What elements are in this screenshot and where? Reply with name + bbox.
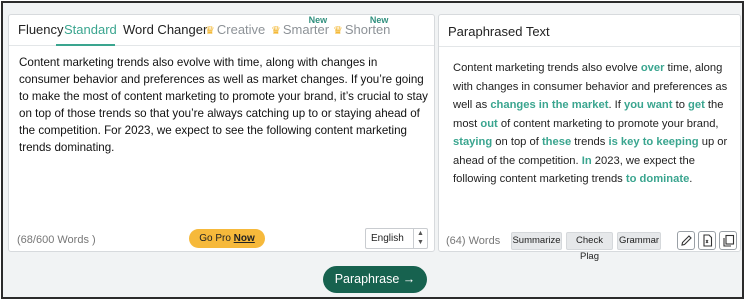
tab-fluency[interactable]: Fluency (18, 22, 64, 37)
output-segment: Content marketing trends also evolve (453, 62, 641, 74)
active-tab-indicator (56, 44, 115, 46)
output-text: Content marketing trends also evolve ove… (453, 59, 735, 189)
changed-word[interactable]: to dominate (626, 173, 689, 185)
changed-word[interactable]: you want (624, 99, 672, 111)
changed-word[interactable]: is key to keeping (608, 136, 698, 148)
export-button[interactable] (698, 231, 716, 250)
changed-word[interactable]: staying (453, 136, 492, 148)
output-segment: . If (608, 99, 624, 111)
mode-tabs: Fluency Standard Word Changer ♛ Creative … (9, 15, 434, 46)
document-icon (703, 234, 713, 247)
output-segment: on top of (492, 136, 542, 148)
output-title: Paraphrased Text (448, 24, 550, 39)
output-segment: trends (571, 136, 609, 148)
output-segment: to (672, 99, 689, 111)
changed-word[interactable]: changes in the market (490, 99, 608, 111)
input-textarea[interactable]: Content marketing trends also evolve wit… (19, 54, 429, 156)
language-select[interactable]: English ▲ ▼ (365, 228, 428, 249)
changed-word[interactable]: out (480, 118, 497, 130)
crown-icon: ♛ (333, 25, 343, 37)
new-badge: New (308, 15, 328, 25)
output-segment: of content marketing to promote your bra… (497, 117, 719, 130)
go-pro-button[interactable]: Go Pro Now (189, 229, 265, 248)
summarize-button[interactable]: Summarize (511, 232, 562, 250)
tab-creative-label: Creative (216, 22, 266, 37)
changed-word[interactable]: In (582, 155, 592, 167)
paraphrase-button[interactable]: Paraphrase → (323, 266, 427, 293)
language-value: English (371, 233, 404, 244)
tab-creative[interactable]: ♛ Creative (205, 22, 265, 37)
app-frame: Fluency Standard Word Changer ♛ Creative … (1, 1, 744, 299)
output-segment: . (689, 173, 693, 185)
new-badge: New (369, 15, 389, 25)
changed-word[interactable]: over (641, 62, 665, 74)
changed-word[interactable]: get (688, 99, 705, 111)
crown-icon: ♛ (205, 25, 215, 37)
copy-button[interactable] (719, 231, 737, 250)
output-header-divider (439, 46, 740, 47)
crown-icon: ♛ (271, 25, 281, 37)
input-panel: Fluency Standard Word Changer ♛ Creative … (8, 14, 435, 252)
input-word-count: (68/600 Words ) (17, 234, 96, 246)
grammar-button[interactable]: Grammar (617, 232, 661, 250)
tab-shorten[interactable]: New ♛ Shorten (333, 15, 390, 37)
tab-standard[interactable]: Standard (64, 22, 117, 37)
check-plag-button[interactable]: Check Plag (566, 232, 613, 262)
output-word-count: (64) Words (446, 235, 501, 247)
changed-word[interactable]: these (542, 136, 571, 148)
go-pro-now-link[interactable]: Now (234, 233, 255, 244)
copy-icon (723, 234, 735, 247)
tab-smarter[interactable]: New ♛ Smarter (271, 15, 329, 37)
chevron-updown-icon: ▲ ▼ (413, 229, 427, 248)
pencil-icon (681, 235, 692, 246)
output-panel: Paraphrased Text Content marketing trend… (438, 14, 741, 262)
go-pro-label: Go Pro (199, 233, 231, 244)
tab-word-changer[interactable]: Word Changer (123, 22, 207, 37)
edit-button[interactable] (677, 231, 695, 250)
